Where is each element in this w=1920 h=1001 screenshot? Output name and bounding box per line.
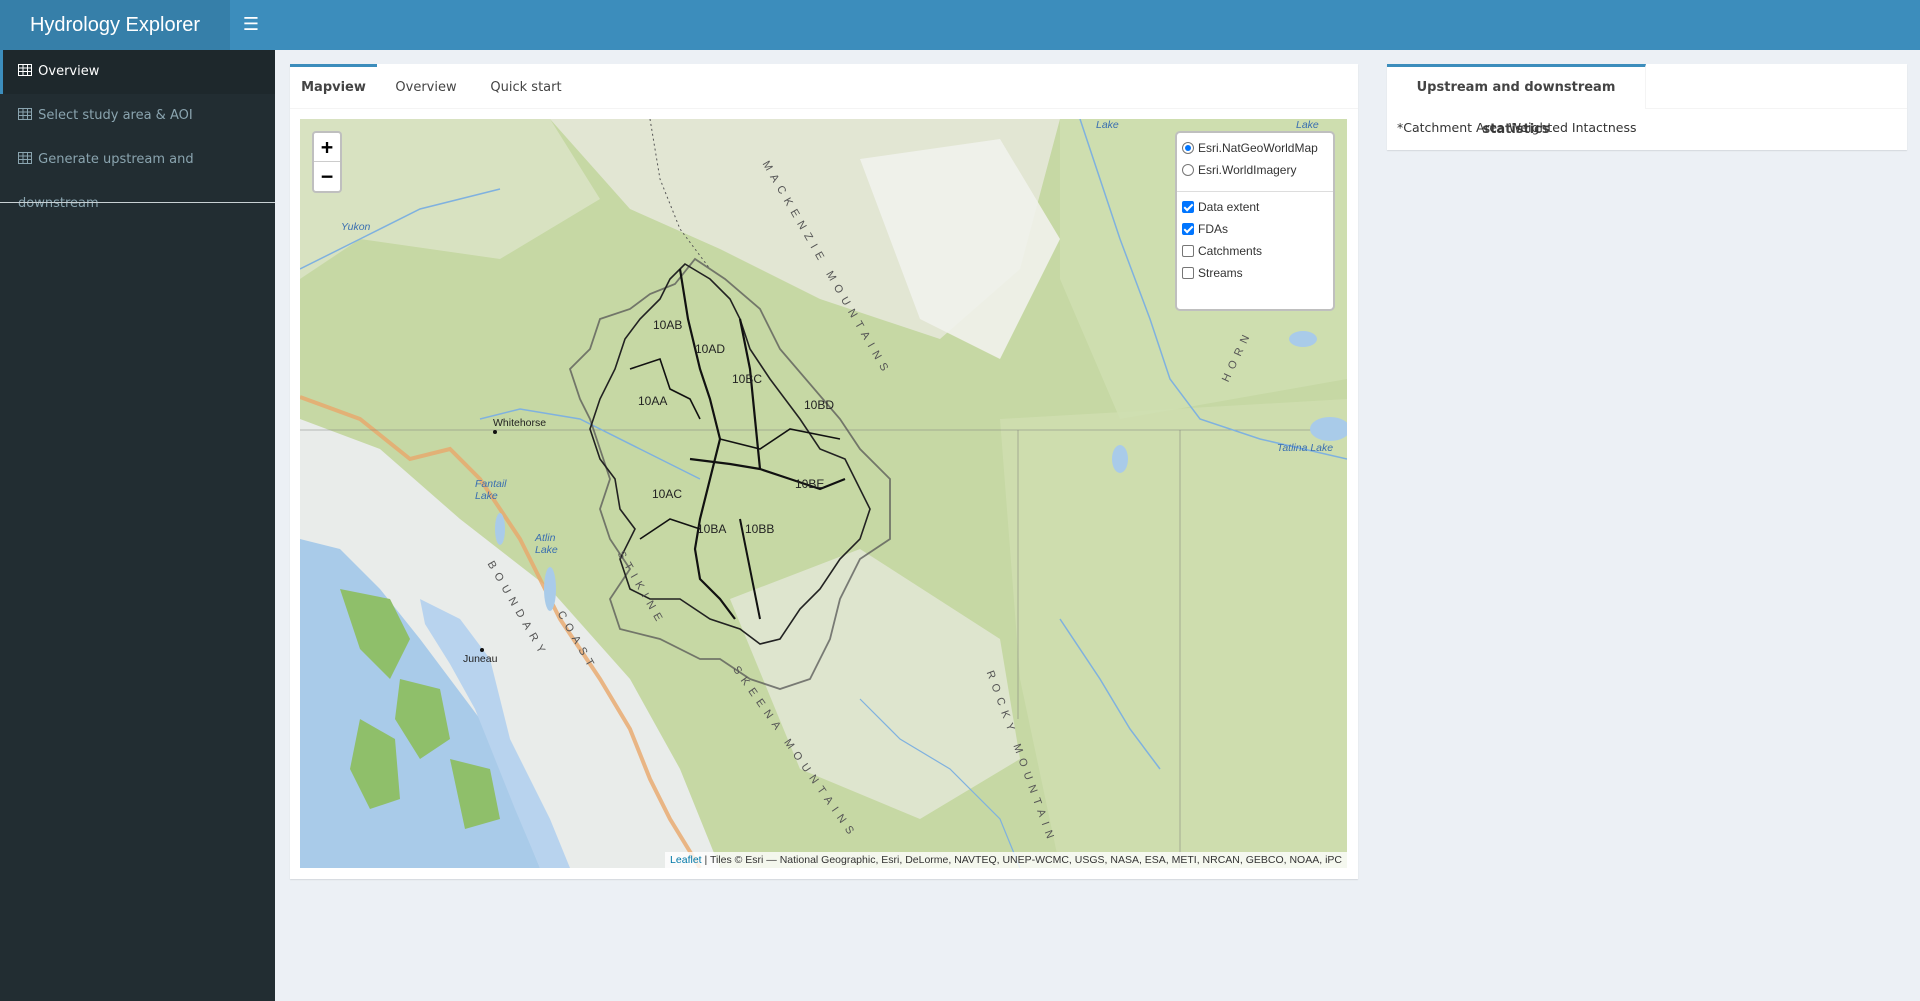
checkbox-icon[interactable] bbox=[1182, 201, 1194, 213]
stats-note: *Catchment Area Weighted Intactness bbox=[1397, 120, 1637, 135]
checkbox-icon[interactable] bbox=[1182, 245, 1194, 257]
fda-label: 10AA bbox=[638, 394, 668, 408]
sidebar-item-generate[interactable]: Generate upstream and downstream bbox=[0, 138, 275, 211]
fda-label: 10AC bbox=[652, 487, 683, 501]
water-label: Atlin Lake bbox=[535, 532, 558, 556]
zoom-control: + − bbox=[312, 131, 342, 193]
sidebar-item-label: Overview bbox=[38, 64, 100, 79]
leaflet-map[interactable]: 10AB 10AD 10BC 10AA 10BD 10AC 10BE 10BA … bbox=[300, 119, 1347, 868]
layers-divider bbox=[1177, 191, 1333, 192]
water-label: Lake bbox=[1296, 119, 1319, 131]
stats-tab-rule bbox=[1646, 108, 1907, 109]
place-marker bbox=[480, 648, 484, 652]
overlay-option-catchments[interactable]: Catchments bbox=[1182, 241, 1262, 261]
sidebar-item-select-study-area[interactable]: Select study area & AOI bbox=[0, 94, 275, 138]
layer-label: Esri.WorldImagery bbox=[1198, 163, 1297, 177]
fda-label: 10BA bbox=[697, 522, 727, 536]
map-attribution: Leaflet | Tiles © Esri — National Geogra… bbox=[665, 852, 1347, 868]
layer-label: Catchments bbox=[1198, 244, 1263, 258]
layer-label: Streams bbox=[1198, 266, 1243, 280]
overlay-option-streams[interactable]: Streams bbox=[1182, 263, 1243, 283]
place-marker bbox=[493, 430, 497, 434]
layer-label: FDAs bbox=[1198, 222, 1228, 236]
basemap-option-natgeo[interactable]: Esri.NatGeoWorldMap bbox=[1182, 138, 1318, 158]
fda-label: 10AB bbox=[653, 318, 683, 332]
stats-box: Upstream and downstream statistics *Catc… bbox=[1387, 64, 1907, 150]
place-label: Juneau bbox=[463, 653, 498, 665]
sidebar: Overview Select study area & AOI Generat… bbox=[0, 50, 275, 1001]
sidebar-item-overview[interactable]: Overview bbox=[0, 50, 275, 94]
zoom-out-button[interactable]: − bbox=[314, 162, 340, 191]
table-icon bbox=[18, 64, 32, 76]
radio-icon[interactable] bbox=[1182, 142, 1194, 154]
fda-label: 10AD bbox=[695, 342, 726, 356]
place-label: Whitehorse bbox=[493, 417, 547, 429]
water-label: Yukon bbox=[341, 221, 371, 233]
sidebar-divider bbox=[0, 202, 275, 203]
tab-overview[interactable]: Overview bbox=[377, 64, 475, 109]
overlay-option-data-extent[interactable]: Data extent bbox=[1182, 197, 1259, 217]
checkbox-icon[interactable] bbox=[1182, 223, 1194, 235]
fda-label: 10BB bbox=[745, 522, 775, 536]
checkbox-icon[interactable] bbox=[1182, 267, 1194, 279]
layer-label: Data extent bbox=[1198, 200, 1260, 214]
table-icon bbox=[18, 108, 32, 120]
layers-control: Esri.NatGeoWorldMap Esri.WorldImagery Da… bbox=[1175, 131, 1335, 311]
overlay-option-fdas[interactable]: FDAs bbox=[1182, 219, 1228, 239]
tab-upstream-downstream-stats[interactable]: Upstream and downstream statistics bbox=[1387, 64, 1646, 137]
tab-quick-start[interactable]: Quick start bbox=[475, 64, 577, 109]
sidebar-item-label: Select study area & AOI bbox=[38, 108, 193, 123]
app-title[interactable]: Hydrology Explorer bbox=[0, 0, 230, 50]
tab-bar: Mapview Overview Quick start bbox=[290, 64, 1358, 109]
basemap-option-imagery[interactable]: Esri.WorldImagery bbox=[1182, 160, 1296, 180]
tab-mapview[interactable]: Mapview bbox=[290, 64, 377, 109]
sidebar-toggle-icon[interactable]: ☰ bbox=[230, 0, 272, 50]
radio-icon[interactable] bbox=[1182, 164, 1194, 176]
zoom-in-button[interactable]: + bbox=[314, 133, 340, 162]
map-tab-box: Mapview Overview Quick start 10AB 10AD 1… bbox=[290, 64, 1358, 879]
water-label: Tatlina Lake bbox=[1276, 442, 1334, 454]
leaflet-link[interactable]: Leaflet bbox=[670, 854, 702, 866]
water-label: Fantail Lake bbox=[475, 478, 507, 502]
top-header: Hydrology Explorer ☰ bbox=[0, 0, 1920, 50]
water-label: Lake bbox=[1096, 119, 1119, 131]
layer-label: Esri.NatGeoWorldMap bbox=[1198, 141, 1318, 155]
fda-label: 10BC bbox=[732, 372, 763, 386]
table-icon bbox=[18, 152, 32, 164]
fda-label: 10BD bbox=[804, 398, 835, 412]
fda-label: 10BE bbox=[795, 477, 825, 491]
attribution-text: | Tiles © Esri — National Geographic, Es… bbox=[701, 854, 1342, 866]
